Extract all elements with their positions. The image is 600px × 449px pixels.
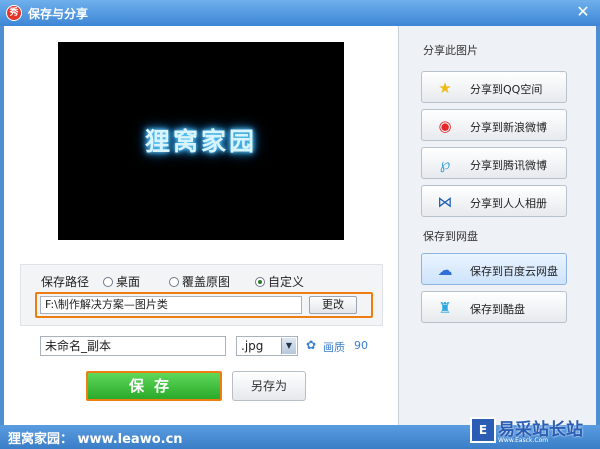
format-value: .jpg: [241, 339, 264, 353]
radio-desktop[interactable]: 桌面: [103, 273, 140, 290]
baidu-cloud-icon: ☁: [437, 261, 453, 279]
radio-custom[interactable]: 自定义: [255, 273, 304, 290]
image-preview: 狸窝家园: [58, 42, 344, 240]
footer-site-text: 狸窝家园： www.leawo.cn: [8, 432, 183, 447]
right-panel: 分享此图片 ★ 分享到QQ空间 ◉ 分享到新浪微博 ℘ 分享到腾讯微博 ⋈ 分享…: [398, 26, 596, 425]
app-logo-icon: 秀: [6, 5, 22, 21]
quality-settings-icon[interactable]: ✿: [306, 339, 318, 351]
quality-value: 90: [354, 339, 368, 352]
left-panel: 狸窝家园 保存路径 桌面 覆盖原图 自定义 F:\制作解决方案—图片类 更改 未…: [4, 26, 398, 425]
save-button[interactable]: 保存: [86, 371, 222, 401]
share-tencent-label: 分享到腾讯微博: [470, 159, 547, 172]
share-qzone-label: 分享到QQ空间: [470, 83, 543, 96]
share-sina-label: 分享到新浪微博: [470, 121, 547, 134]
qzone-star-icon: ★: [438, 79, 452, 97]
change-path-button[interactable]: 更改: [309, 296, 357, 314]
save-baidu-cloud-label: 保存到百度云网盘: [470, 265, 558, 278]
kupan-icon: ♜: [438, 299, 452, 317]
share-sina-button[interactable]: ◉ 分享到新浪微博: [421, 109, 567, 141]
radio-overwrite[interactable]: 覆盖原图: [169, 273, 230, 290]
preview-glow-text: 狸窝家园: [144, 127, 257, 156]
save-kupan-label: 保存到酷盘: [470, 303, 525, 316]
save-kupan-button[interactable]: ♜ 保存到酷盘: [421, 291, 567, 323]
footer-bar: 狸窝家园： www.leawo.cn E 易采站长站 Www.Easck.Com: [0, 417, 600, 449]
title-bar[interactable]: 秀 保存与分享 ✕: [0, 0, 600, 26]
format-select[interactable]: .jpg ▼: [236, 336, 298, 356]
radio-desktop-label: 桌面: [116, 275, 141, 289]
save-path-input[interactable]: F:\制作解决方案—图片类: [40, 296, 302, 314]
share-qzone-button[interactable]: ★ 分享到QQ空间: [421, 71, 567, 103]
save-baidu-cloud-button[interactable]: ☁ 保存到百度云网盘: [421, 253, 567, 285]
quality-label[interactable]: 画质: [323, 339, 345, 355]
save-as-button[interactable]: 另存为: [232, 371, 306, 401]
watermark-subtext: Www.Easck.Com: [498, 437, 549, 444]
save-path-label: 保存路径: [41, 275, 90, 289]
radio-dot[interactable]: [169, 276, 179, 287]
sina-weibo-icon: ◉: [438, 117, 452, 135]
share-renren-label: 分享到人人相册: [470, 197, 547, 210]
path-row-highlight: F:\制作解决方案—图片类 更改: [35, 292, 373, 318]
close-button[interactable]: ✕: [574, 3, 592, 21]
share-tencent-button[interactable]: ℘ 分享到腾讯微博: [421, 147, 567, 179]
cloud-section-title: 保存到网盘: [423, 230, 478, 243]
share-renren-button[interactable]: ⋈ 分享到人人相册: [421, 185, 567, 217]
filename-input[interactable]: 未命名_副本: [40, 336, 226, 356]
chevron-down-icon[interactable]: ▼: [281, 338, 296, 354]
save-path-group: 保存路径 桌面 覆盖原图 自定义 F:\制作解决方案—图片类 更改: [20, 264, 383, 326]
radio-custom-label: 自定义: [268, 275, 305, 289]
share-section-title: 分享此图片: [423, 44, 478, 57]
save-share-window: 秀 保存与分享 ✕ 狸窝家园 保存路径 桌面 覆盖原图 自定义 F:\制作解决方…: [0, 0, 600, 449]
watermark-logo-icon: E: [470, 417, 496, 443]
radio-dot[interactable]: [103, 276, 113, 287]
window-title: 保存与分享: [28, 7, 89, 21]
tencent-weibo-icon: ℘: [439, 155, 451, 173]
radio-overwrite-label: 覆盖原图: [182, 275, 231, 289]
radio-dot-selected[interactable]: [255, 276, 265, 287]
renren-icon: ⋈: [437, 193, 453, 211]
